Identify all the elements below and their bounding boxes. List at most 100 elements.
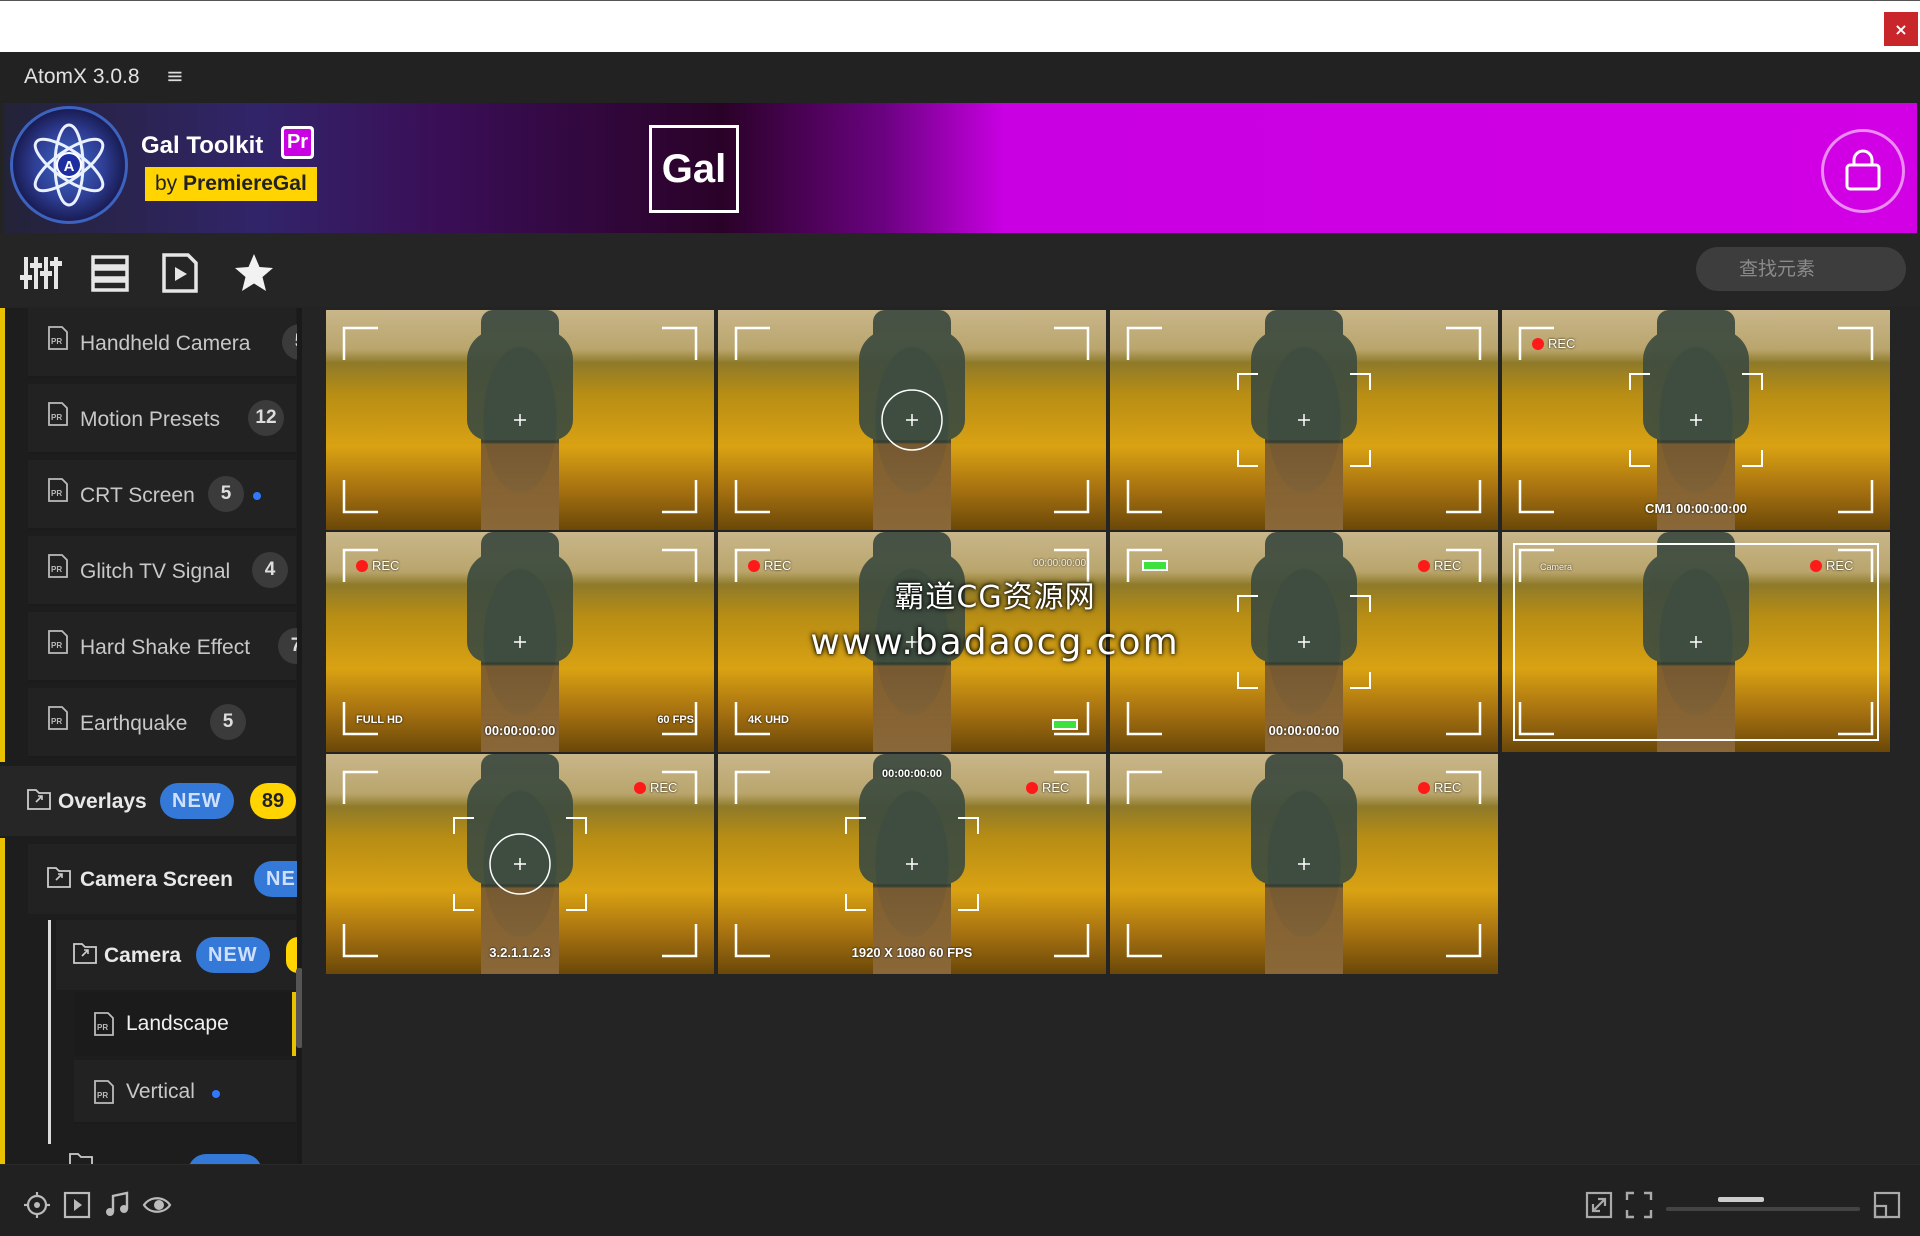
expand-icon[interactable] xyxy=(1584,1190,1614,1220)
sidebar-item-landscape[interactable]: PR Landscape xyxy=(74,992,296,1056)
sidebar-item-label: Landscape xyxy=(126,1012,229,1035)
target-icon[interactable] xyxy=(22,1190,52,1220)
fullscreen-icon[interactable] xyxy=(1624,1190,1654,1220)
premiere-file-icon: PR xyxy=(48,554,68,578)
premiere-file-icon: PR xyxy=(48,326,68,350)
preset-thumbnail[interactable] xyxy=(326,310,714,530)
sidebar-item-label: CRT Screen xyxy=(80,484,195,507)
sidebar-item-glitch-tv-signal[interactable]: PR Glitch TV Signal 4 xyxy=(28,536,296,606)
preset-thumbnail[interactable]: REC 4K UHD 00:00:00:00 xyxy=(718,532,1106,752)
list-view-icon[interactable] xyxy=(88,251,132,295)
search-input[interactable] xyxy=(1696,247,1906,291)
center-crosshair xyxy=(906,414,918,426)
battery-icon xyxy=(1052,719,1078,730)
svg-text:PR: PR xyxy=(51,565,62,574)
sidebar-item-hard-shake-effect[interactable]: PR Hard Shake Effect 7 xyxy=(28,612,302,682)
rec-dot-icon xyxy=(634,782,646,794)
sidebar-item-crt-screen[interactable]: PR CRT Screen 5 xyxy=(28,460,296,530)
sidebar-item-label: Vertical xyxy=(126,1080,195,1103)
pr-badge-text: Pr xyxy=(284,129,311,156)
rec-label: REC xyxy=(1434,558,1462,573)
slider-handle[interactable] xyxy=(1717,1197,1764,1202)
preset-thumbnail[interactable]: REC 00:00:00:00 FULL HD 60 FPS xyxy=(326,532,714,752)
folder-label: Overlays xyxy=(58,790,147,813)
folder-camera[interactable]: Camera NEW xyxy=(56,920,298,990)
folder-overlays[interactable]: Overlays NEW 89 xyxy=(0,766,296,836)
thumbnail-size-slider[interactable] xyxy=(1666,1207,1860,1211)
overlay-count-badge: 89 xyxy=(250,783,296,819)
timecode-label: CM1 00:00:00:00 xyxy=(1645,501,1747,516)
rec-dot-icon xyxy=(1418,560,1430,572)
preset-thumbnail[interactable]: REC CM1 00:00:00:00 xyxy=(1502,310,1890,530)
folder-icon xyxy=(27,789,51,810)
preset-thumbnail[interactable]: REC Camera xyxy=(1502,532,1890,752)
rec-label: REC xyxy=(764,558,792,573)
resolution-label: 4K UHD xyxy=(748,714,789,726)
fps-label: 60 FPS xyxy=(657,714,694,726)
timecode-label: 00:00:00:00 xyxy=(1268,723,1340,738)
premiere-file-icon: PR xyxy=(94,1012,114,1036)
preset-thumbnail[interactable]: REC 1920 X 1080 60 FPS 00:00:00:00 xyxy=(718,754,1106,974)
preset-thumbnail[interactable]: REC xyxy=(1110,754,1498,974)
star-icon[interactable] xyxy=(232,251,276,295)
premiere-file-icon: PR xyxy=(94,1080,114,1104)
item-count-badge: 4 xyxy=(252,552,288,588)
sidebar-item-handheld-camera[interactable]: PR Handheld Camera 5 xyxy=(28,308,302,378)
sidebar-item-label: Glitch TV Signal xyxy=(80,560,231,583)
sidebar-item-vertical[interactable]: PR Vertical xyxy=(74,1060,296,1124)
timecode-label: 1920 X 1080 60 FPS xyxy=(851,945,973,960)
camera-overlay xyxy=(1126,326,1482,514)
category-sidebar: PR Handheld Camera 5 PR Motion Presets 1… xyxy=(0,308,302,1164)
grid-size-icon[interactable] xyxy=(1872,1190,1902,1220)
svg-text:PR: PR xyxy=(51,641,62,650)
author-name: PremiereGal xyxy=(183,172,307,195)
folder-partial[interactable]: NEW xyxy=(56,1144,296,1164)
camera-overlay xyxy=(734,326,1090,514)
center-crosshair xyxy=(1690,414,1702,426)
center-crosshair xyxy=(1298,414,1310,426)
by-prefix: by xyxy=(155,172,178,195)
svg-text:A: A xyxy=(64,158,75,175)
rec-label: REC xyxy=(372,558,400,573)
author-byline: by PremiereGal xyxy=(145,167,317,201)
preset-thumbnail[interactable] xyxy=(718,310,1106,530)
hamburger-menu-icon[interactable]: ≡ xyxy=(166,64,184,88)
app-title: AtomX 3.0.8 xyxy=(24,65,140,88)
sidebar-item-earthquake[interactable]: PR Earthquake 5 xyxy=(28,688,296,758)
video-file-icon[interactable] xyxy=(158,251,202,295)
timecode-label: 00:00:00:00 xyxy=(1033,558,1086,569)
item-count-badge: 5 xyxy=(210,704,246,740)
shop-bag-button[interactable] xyxy=(1821,129,1905,213)
sidebar-item-label: Hard Shake Effect xyxy=(80,636,251,659)
rec-dot-icon xyxy=(1810,560,1822,572)
rec-label: REC xyxy=(1434,780,1462,795)
gal-logo[interactable]: Gal xyxy=(649,125,739,213)
preset-thumbnail[interactable] xyxy=(1110,310,1498,530)
new-badge: NE xyxy=(254,861,302,897)
preset-thumbnail[interactable]: REC 00:00:00:00 xyxy=(1110,532,1498,752)
music-icon[interactable] xyxy=(102,1190,132,1220)
resolution-label: FULL HD xyxy=(356,714,403,726)
center-crosshair xyxy=(514,414,526,426)
sliders-icon[interactable] xyxy=(18,251,62,295)
shopping-bag-icon xyxy=(1845,149,1881,191)
new-badge: NEW xyxy=(196,937,270,973)
folder-label: Camera xyxy=(104,944,182,967)
rec-dot-icon xyxy=(1418,782,1430,794)
play-box-icon[interactable] xyxy=(62,1190,92,1220)
close-button[interactable]: × xyxy=(1884,12,1918,46)
rec-label: REC xyxy=(650,780,678,795)
timecode-label: 00:00:00:00 xyxy=(484,723,556,738)
timecode-label: 3.2.1.1.2.3 xyxy=(489,945,551,960)
center-crosshair xyxy=(514,858,526,870)
new-badge: NEW xyxy=(188,1154,262,1164)
new-badge: NEW xyxy=(160,783,234,819)
rec-label: REC xyxy=(1042,780,1070,795)
section-indicator xyxy=(0,308,5,762)
folder-camera-screen[interactable]: Camera Screen NE xyxy=(28,844,302,914)
eye-icon[interactable] xyxy=(142,1190,172,1220)
preset-thumbnail[interactable]: REC 3.2.1.1.2.3 xyxy=(326,754,714,974)
svg-text:PR: PR xyxy=(51,489,62,498)
sidebar-item-motion-presets[interactable]: PR Motion Presets 12 xyxy=(28,384,296,454)
brand-title: Gal Toolkit xyxy=(141,132,264,159)
